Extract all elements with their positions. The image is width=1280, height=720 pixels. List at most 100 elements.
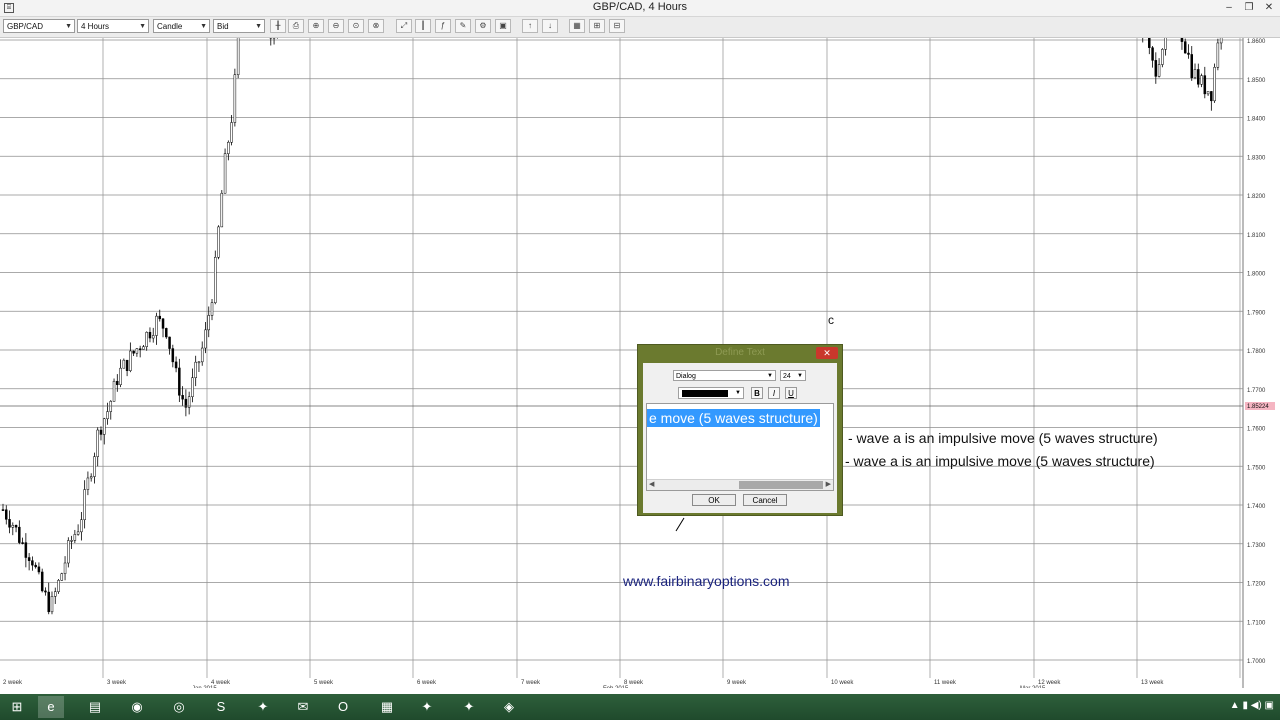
y-tick-label: 1.8000: [1247, 272, 1266, 278]
candle: [181, 386, 184, 406]
candle: [112, 378, 116, 402]
system-tray-icons[interactable]: ▲ ▮ ◀) ▣: [1230, 700, 1274, 711]
grid-toggle-button[interactable]: ▦: [569, 19, 585, 33]
buy-button[interactable]: ↑: [522, 19, 538, 33]
candle: [168, 336, 171, 355]
watermark-text: www.fairbinaryoptions.com: [623, 573, 790, 589]
candle: [11, 522, 15, 536]
month-label: Mar 2015: [1020, 686, 1046, 688]
candle: [96, 427, 99, 467]
app-icon[interactable]: ◈: [496, 696, 522, 718]
print-button[interactable]: ⎙: [288, 19, 304, 33]
candle: [24, 533, 28, 568]
start-icon[interactable]: ⊞: [4, 696, 30, 718]
x-tick-label: 2 week: [3, 680, 23, 686]
candle: [27, 553, 31, 571]
tool2-icon[interactable]: ✦: [414, 696, 440, 718]
candle: [89, 473, 93, 482]
chart-type-select[interactable]: Candle ▼: [153, 19, 210, 33]
candle: [210, 298, 214, 321]
restore-button[interactable]: ❐: [1240, 1, 1258, 14]
chart-toolbar: GBP/CAD ▼ 4 Hours ▼ Candle ▼ Bid ▼ ╂ ⎙ ⊕ ⊖ ⊙…: [0, 17, 1280, 38]
files-icon[interactable]: ▦: [374, 696, 400, 718]
layout-button[interactable]: ⊞: [589, 19, 605, 33]
chevron-down-icon: ▼: [65, 23, 72, 30]
drawing-stroke[interactable]: [675, 517, 685, 532]
chrome-icon[interactable]: ◉: [124, 696, 150, 718]
zoom-in-icon[interactable]: ⊕: [308, 19, 324, 33]
current-price-label: 1.85224: [1247, 404, 1269, 410]
font-size-select[interactable]: 24 ▼: [780, 370, 806, 381]
candle: [191, 368, 194, 403]
ok-button[interactable]: OK: [692, 494, 736, 506]
bold-button[interactable]: B: [751, 387, 763, 399]
annotation-line-2[interactable]: - wave a is an impulsive move (5 waves s…: [845, 453, 1155, 469]
candle: [155, 312, 158, 345]
y-tick-label: 1.7500: [1247, 465, 1266, 471]
font-size-value: 24: [783, 373, 791, 380]
scroll-thumb[interactable]: [739, 481, 823, 489]
x-tick-label: 13 week: [1141, 680, 1164, 686]
y-tick-label: 1.7900: [1247, 310, 1266, 316]
ie-icon[interactable]: e: [38, 696, 64, 718]
candle: [63, 556, 67, 581]
folder-icon[interactable]: ▤: [82, 696, 108, 718]
tools-button[interactable]: ⚙: [475, 19, 491, 33]
scroll-right-icon[interactable]: ▶: [826, 480, 831, 490]
wave-c-label: c: [828, 313, 834, 327]
candle: [1213, 63, 1216, 103]
italic-button[interactable]: I: [768, 387, 780, 399]
candle: [197, 361, 201, 373]
tool3-icon[interactable]: ✦: [456, 696, 482, 718]
selected-text[interactable]: e move (5 waves structure): [647, 409, 820, 427]
candle: [1200, 73, 1203, 88]
firefox-icon[interactable]: ◎: [166, 696, 192, 718]
save-template-button[interactable]: ▣: [495, 19, 511, 33]
horizontal-scrollbar[interactable]: ◀ ▶: [647, 479, 833, 490]
candle: [122, 358, 126, 369]
candle: [1203, 66, 1207, 99]
candle: [21, 537, 24, 545]
candle: [220, 190, 224, 228]
zoom-reset-icon[interactable]: ⊗: [368, 19, 384, 33]
candle: [86, 471, 90, 496]
text-input-area[interactable]: e move (5 waves structure) ◀ ▶: [646, 403, 834, 491]
sell-button[interactable]: ↓: [542, 19, 558, 33]
y-tick-label: 1.8500: [1247, 78, 1266, 84]
trendline-tool-button[interactable]: ⤢: [396, 19, 412, 33]
candle: [142, 345, 145, 350]
edit-indicators-button[interactable]: ✎: [455, 19, 471, 33]
color-select[interactable]: ▼: [678, 387, 744, 399]
scroll-left-icon[interactable]: ◀: [649, 480, 654, 490]
candle: [76, 524, 80, 536]
candle: [184, 389, 188, 417]
chevron-down-icon: ▼: [735, 390, 741, 396]
bid-ask-select[interactable]: Bid ▼: [213, 19, 265, 33]
underline-button[interactable]: U: [785, 387, 797, 399]
vertical-line-button[interactable]: ┃: [415, 19, 431, 33]
close-window-button[interactable]: ✕: [1260, 1, 1278, 14]
cancel-button[interactable]: Cancel: [743, 494, 787, 506]
annotation-line-1[interactable]: - wave a is an impulsive move (5 waves s…: [848, 430, 1158, 446]
zoom-area-icon[interactable]: ⊙: [348, 19, 364, 33]
candle: [145, 331, 148, 351]
minimize-button[interactable]: –: [1220, 1, 1238, 14]
dialog-close-button[interactable]: ✕: [816, 347, 838, 359]
crosshair-tool-button[interactable]: ╂: [270, 19, 286, 33]
indicator-fx-button[interactable]: ƒ: [435, 19, 451, 33]
symbol-select[interactable]: GBP/CAD ▼: [3, 19, 75, 33]
period-select[interactable]: 4 Hours ▼: [77, 19, 149, 33]
candle: [135, 348, 139, 357]
zoom-out-icon[interactable]: ⊖: [328, 19, 344, 33]
candle: [37, 562, 41, 575]
font-select[interactable]: Dialog ▼: [673, 370, 776, 381]
opera-icon[interactable]: O: [330, 696, 356, 718]
skype-icon[interactable]: S: [208, 696, 234, 718]
bid-ask-value: Bid: [217, 22, 229, 31]
settings-button[interactable]: ⊟: [609, 19, 625, 33]
mail-icon[interactable]: ✉: [290, 696, 316, 718]
font-value: Dialog: [676, 373, 696, 380]
candle: [50, 591, 54, 615]
tool-icon[interactable]: ✦: [250, 696, 276, 718]
candle: [5, 505, 8, 525]
